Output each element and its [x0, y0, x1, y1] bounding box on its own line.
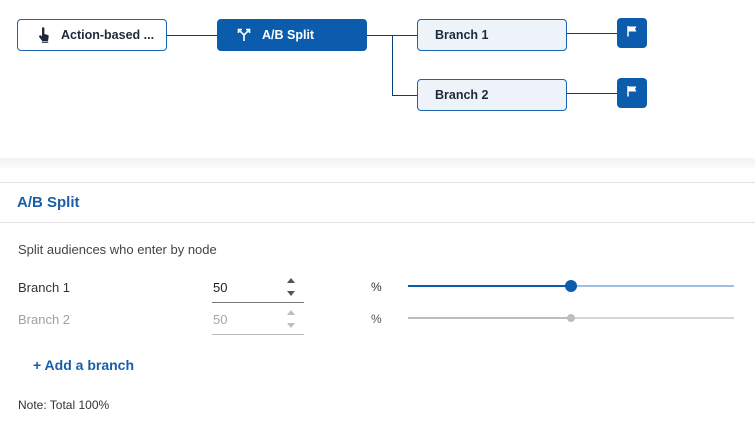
slider-thumb	[567, 314, 575, 322]
ab-split-settings-panel: A/B Split Split audiences who enter by n…	[0, 182, 755, 430]
branch-2-slider	[408, 310, 734, 326]
trigger-node[interactable]: Action-based ...	[17, 19, 167, 51]
decrement-arrow-icon	[285, 320, 297, 330]
trigger-node-label: Action-based ...	[61, 28, 155, 42]
branch-2-label: Branch 2	[18, 312, 71, 327]
ab-split-node[interactable]: A/B Split	[217, 19, 367, 51]
branch-1-end-node[interactable]	[617, 18, 647, 48]
branch-1-row: Branch 1 50 %	[0, 275, 755, 307]
decrement-arrow-icon[interactable]	[285, 288, 297, 298]
panel-header: A/B Split	[0, 183, 755, 223]
flag-icon	[626, 84, 638, 102]
branch-1-node-label: Branch 1	[435, 28, 489, 42]
panel-description: Split audiences who enter by node	[18, 242, 217, 257]
increment-arrow-icon	[285, 307, 297, 317]
branch-1-percent-unit: %	[371, 280, 382, 294]
branch-2-row: Branch 2 50 %	[0, 307, 755, 339]
branch-2-percent-unit: %	[371, 312, 382, 326]
branch-1-node[interactable]: Branch 1	[417, 19, 567, 51]
add-branch-button[interactable]: + Add a branch	[33, 357, 134, 373]
branch-1-slider[interactable]	[408, 278, 734, 294]
branch-1-percent-input[interactable]: 50	[212, 275, 304, 303]
ab-split-node-label: A/B Split	[262, 28, 315, 42]
slider-thumb[interactable]	[565, 280, 577, 292]
branch-2-percent-value: 50	[213, 312, 228, 327]
flow-canvas: Action-based ... A/B Split Branch 1 Bran…	[0, 0, 755, 160]
branch-1-percent-value: 50	[213, 280, 228, 295]
pointer-hand-icon	[36, 27, 52, 43]
total-note: Note: Total 100%	[18, 398, 110, 412]
branch-2-percent-input: 50	[212, 307, 304, 335]
panel-divider	[0, 158, 755, 168]
split-arrows-icon	[236, 27, 252, 43]
slider-fill	[408, 285, 571, 287]
branch-1-label: Branch 1	[18, 280, 71, 295]
flag-icon	[626, 24, 638, 42]
branch-2-end-node[interactable]	[617, 78, 647, 108]
panel-title: A/B Split	[17, 194, 80, 211]
increment-arrow-icon[interactable]	[285, 275, 297, 285]
slider-fill	[408, 317, 571, 319]
branch-2-node-label: Branch 2	[435, 88, 489, 102]
branch-2-node[interactable]: Branch 2	[417, 79, 567, 111]
